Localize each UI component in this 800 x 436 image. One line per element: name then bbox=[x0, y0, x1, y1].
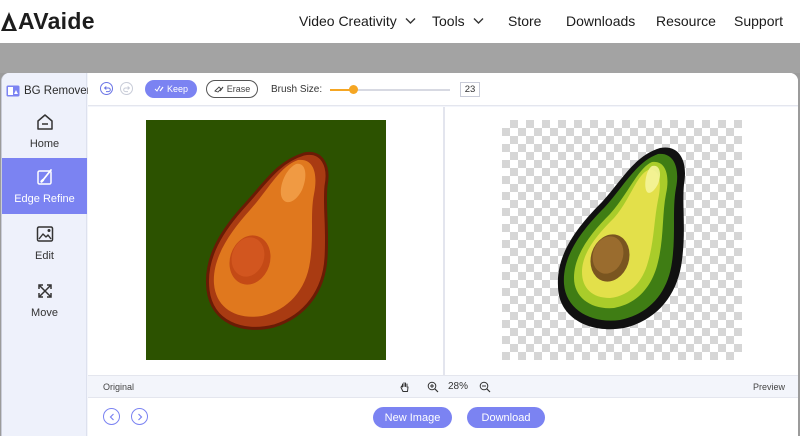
redo-icon bbox=[122, 85, 130, 92]
nav-label: Video Creativity bbox=[299, 13, 397, 29]
sidebar-item-label: Edit bbox=[35, 250, 54, 262]
nav-tools[interactable]: Tools bbox=[432, 12, 484, 30]
erase-brush-icon bbox=[213, 86, 224, 93]
nav-label: Store bbox=[508, 13, 542, 29]
bottom-action-bar: New Image Download bbox=[88, 397, 798, 436]
nav-downloads[interactable]: Downloads bbox=[566, 12, 635, 30]
chevron-right-icon bbox=[137, 413, 142, 420]
bg-remover-app: BG Remover Home Edge Refine Edit Move Ke… bbox=[1, 73, 798, 436]
edit-image-icon bbox=[36, 226, 53, 242]
zoom-out-icon[interactable] bbox=[479, 381, 491, 393]
brush-size-value[interactable]: 23 bbox=[460, 82, 480, 97]
logo-icon bbox=[1, 12, 17, 31]
edge-refine-icon bbox=[36, 169, 52, 185]
keep-brush-icon bbox=[154, 85, 164, 92]
logo-text: AVaide bbox=[18, 7, 95, 34]
chevron-left-icon bbox=[109, 413, 114, 420]
nav-support[interactable]: Support bbox=[734, 12, 783, 30]
erase-label: Erase bbox=[226, 84, 251, 94]
brush-size-slider[interactable] bbox=[330, 85, 450, 94]
nav-label: Downloads bbox=[566, 13, 636, 29]
home-icon bbox=[36, 114, 53, 130]
sidebar-item-edge-refine[interactable]: Edge Refine bbox=[2, 158, 87, 214]
original-canvas[interactable] bbox=[88, 107, 443, 375]
app-title-text: BG Remover bbox=[24, 85, 91, 97]
hand-pan-icon[interactable] bbox=[399, 381, 411, 393]
sidebar-item-move[interactable]: Move bbox=[2, 272, 87, 328]
erase-button[interactable]: Erase bbox=[206, 80, 258, 98]
site-logo[interactable]: AVaide bbox=[0, 8, 95, 34]
undo-button[interactable] bbox=[100, 82, 113, 95]
preview-avocado-image bbox=[557, 147, 685, 330]
sidebar-item-label: Move bbox=[31, 307, 58, 319]
editor-toolbar: Keep Erase Brush Size: 23 bbox=[88, 73, 798, 106]
top-navigation: AVaide Video Creativity Tools Store Down… bbox=[0, 0, 800, 43]
new-image-button[interactable]: New Image bbox=[373, 407, 452, 428]
canvas-status-bar: Original 28% Preview bbox=[88, 375, 798, 397]
sidebar-item-home[interactable]: Home bbox=[2, 103, 87, 159]
original-avocado-image bbox=[205, 151, 329, 330]
zoom-in-icon[interactable] bbox=[427, 381, 439, 393]
keep-label: Keep bbox=[166, 84, 189, 94]
redo-button[interactable] bbox=[120, 82, 133, 95]
nav-resource[interactable]: Resource bbox=[656, 12, 716, 30]
previous-image-button[interactable] bbox=[103, 408, 120, 425]
original-image[interactable] bbox=[146, 120, 386, 360]
page-backdrop bbox=[0, 43, 800, 73]
nav-label: Tools bbox=[432, 13, 465, 29]
undo-icon bbox=[103, 85, 111, 92]
brush-size-label: Brush Size: bbox=[271, 84, 323, 95]
sidebar-item-label: Home bbox=[29, 138, 60, 150]
original-label: Original bbox=[103, 382, 135, 392]
preview-canvas[interactable] bbox=[445, 107, 798, 375]
keep-button[interactable]: Keep bbox=[145, 80, 197, 98]
bg-remover-icon bbox=[6, 85, 20, 97]
download-button[interactable]: Download bbox=[467, 407, 545, 428]
app-sidebar: BG Remover Home Edge Refine Edit Move bbox=[2, 73, 90, 436]
nav-label: Support bbox=[734, 13, 784, 29]
preview-label: Preview bbox=[752, 382, 785, 392]
brush-size-handle[interactable] bbox=[348, 85, 358, 94]
nav-label: Resource bbox=[656, 13, 716, 29]
zoom-level: 28% bbox=[448, 381, 469, 392]
chevron-down-icon bbox=[473, 18, 484, 24]
nav-store[interactable]: Store bbox=[508, 12, 541, 30]
next-image-button[interactable] bbox=[131, 408, 148, 425]
sidebar-item-edit[interactable]: Edit bbox=[2, 215, 87, 271]
move-icon bbox=[37, 284, 52, 298]
preview-image[interactable] bbox=[502, 120, 742, 360]
chevron-down-icon bbox=[405, 18, 416, 24]
sidebar-item-label: Edge Refine bbox=[14, 193, 75, 205]
nav-video-creativity[interactable]: Video Creativity bbox=[299, 12, 416, 30]
app-title: BG Remover bbox=[6, 83, 90, 99]
